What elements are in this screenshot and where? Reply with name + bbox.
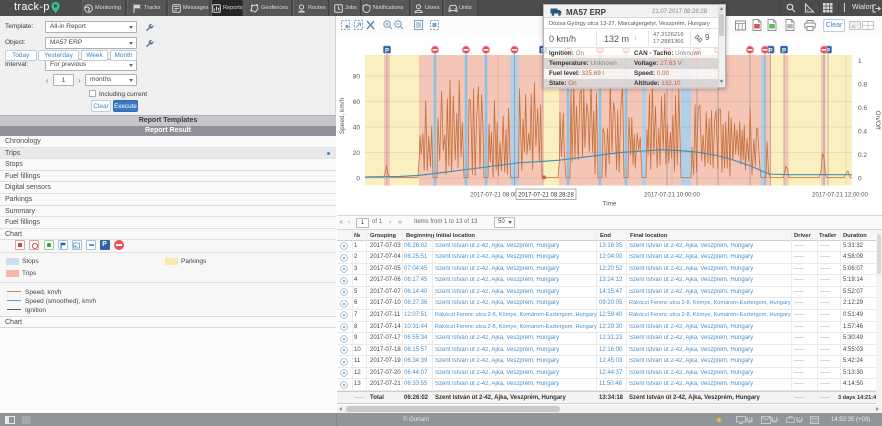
svg-text:0.2: 0.2 [858,152,867,159]
svg-text:0: 0 [356,176,360,183]
svg-text:2017-07-21 08:28:28: 2017-07-21 08:28:28 [518,193,574,199]
svg-text:80: 80 [353,74,361,81]
svg-text:On/Off: On/Off [874,110,881,129]
svg-text:0: 0 [858,176,862,183]
svg-text:0.6: 0.6 [858,105,867,112]
svg-text:Time: Time [603,201,617,208]
svg-text:60: 60 [353,99,361,106]
svg-text:0.4: 0.4 [858,129,867,136]
svg-text:1: 1 [858,58,862,65]
svg-text:2017-07-21 10:00:00: 2017-07-21 10:00:00 [644,193,700,199]
svg-text:2017-07-21 12:00:00: 2017-07-21 12:00:00 [812,193,868,199]
svg-text:0.8: 0.8 [858,82,867,89]
svg-text:Speed, km/h: Speed, km/h [339,97,346,134]
svg-text:40: 40 [353,125,361,132]
svg-text:P: P [385,48,389,54]
svg-text:20: 20 [353,150,361,157]
svg-text:P: P [782,48,786,54]
